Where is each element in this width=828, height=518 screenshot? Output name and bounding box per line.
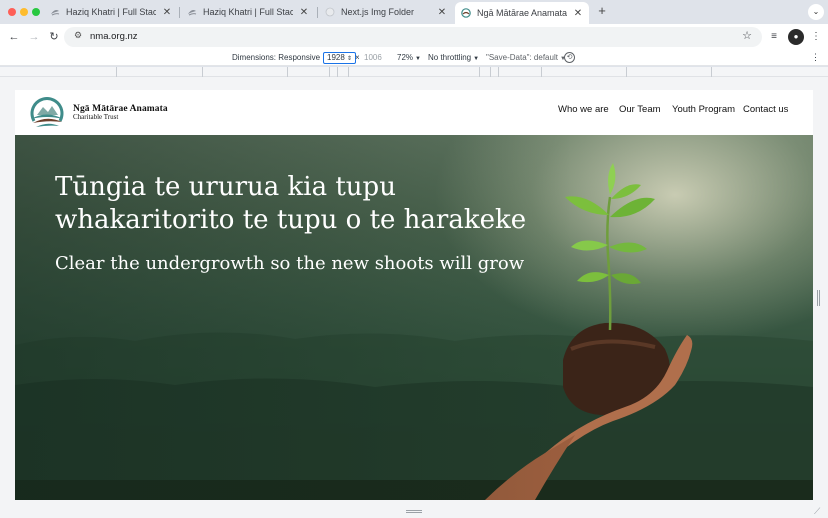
window-maximize-button[interactable] [32, 8, 40, 16]
ruler-tick [498, 67, 499, 77]
nma-logo[interactable] [28, 95, 66, 130]
tab-title: Ngā Mātārae Anamata [477, 8, 567, 18]
new-tab-button[interactable]: + [595, 4, 609, 18]
window-close-button[interactable] [8, 8, 16, 16]
nav-link-youth-program[interactable]: Youth Program [672, 104, 735, 115]
tab-close-icon[interactable]: ✕ [573, 8, 583, 19]
media-query-ruler[interactable] [0, 67, 828, 77]
width-value: 1928 [327, 53, 345, 62]
ruler-tick [479, 67, 480, 77]
back-arrow-icon[interactable]: ← [6, 29, 22, 45]
hero-title: Tūngia te ururua kia tupu whakaritorito … [55, 171, 615, 237]
tab-title: Haziq Khatri | Full Stack Deve [203, 7, 293, 17]
tab-title: Next.js Img Folder [341, 7, 415, 17]
nav-link-contact-us[interactable]: Contact us [743, 104, 788, 115]
ruler-tick [541, 67, 542, 77]
nma-logo-icon [461, 8, 471, 18]
tab-close-icon[interactable]: ✕ [437, 7, 447, 18]
browser-tab-active[interactable]: Ngā Mātārae Anamata ✕ [455, 2, 589, 24]
tab-strip: Haziq Khatri | Full Stack Deve ✕ Haziq K… [0, 0, 828, 24]
spinner-icon: ⇕ [347, 56, 353, 62]
ruler-tick [348, 67, 349, 77]
viewport-corner-resize-icon[interactable]: ⟋ [814, 506, 820, 517]
globe-icon [325, 7, 335, 17]
zoom-select[interactable]: 72% ▼ [397, 53, 421, 62]
viewport-height-resize-handle[interactable] [406, 510, 422, 513]
hero-banner: Tūngia te ururua kia tupu whakaritorito … [15, 135, 813, 500]
rotate-icon[interactable]: ⟲ [564, 52, 575, 63]
hero-title-line-2: whakaritorito te tupu o te harakeke [55, 205, 527, 235]
nav-link-our-team[interactable]: Our Team [619, 104, 661, 115]
tab-close-icon[interactable]: ✕ [162, 7, 172, 18]
url-text[interactable]: nma.org.nz [90, 31, 138, 42]
devtools-device-toolbar: Dimensions: Responsive▼ 1928 ⇕ × 1006 72… [0, 50, 828, 66]
ruler-tick [337, 67, 338, 77]
zoom-label: 72% [397, 53, 414, 62]
ruler-tick [287, 67, 288, 77]
ruler-tick [116, 67, 117, 77]
ruler-tick [202, 67, 203, 77]
reading-list-icon[interactable]: ≡ [766, 29, 782, 45]
ruler-tick [711, 67, 712, 77]
browser-tab[interactable]: Haziq Khatri | Full Stack Deve ✕ [44, 2, 178, 22]
save-data-label: "Save-Data": default [486, 53, 558, 62]
browser-tab[interactable]: Haziq Khatri | Full Stack Deve ✕ [181, 2, 315, 22]
viewport-width-resize-handle[interactable] [817, 290, 820, 306]
throttling-select[interactable]: No throttling ▼ [428, 53, 479, 62]
site-settings-icon[interactable]: ⚙ [74, 30, 82, 41]
address-bar[interactable]: ⚙ nma.org.nz ☆ [64, 27, 762, 47]
page-viewport: Ngā Mātārae Anamata Charitable Trust Who… [15, 90, 813, 500]
reload-icon[interactable]: ↻ [46, 29, 62, 45]
hero-subtitle: Clear the undergrowth so the new shoots … [55, 253, 525, 274]
save-data-select[interactable]: "Save-Data": default ▼ [486, 53, 566, 62]
width-input[interactable]: 1928 ⇕ [323, 52, 357, 64]
times-glyph: × [355, 53, 360, 62]
forward-arrow-icon[interactable]: → [26, 29, 42, 45]
window-minimize-button[interactable] [20, 8, 28, 16]
throttling-label: No throttling [428, 53, 472, 62]
brand[interactable]: Ngā Mātārae Anamata Charitable Trust [73, 104, 168, 121]
harakeke-icon [187, 7, 197, 17]
brand-subtitle: Charitable Trust [73, 113, 119, 121]
chrome-menu-kebab-icon[interactable]: ⋮ [808, 29, 824, 45]
tab-title: Haziq Khatri | Full Stack Deve [66, 7, 156, 17]
dimensions-select[interactable]: Dimensions: Responsive▼ [232, 53, 328, 62]
browser-tab[interactable]: Next.js Img Folder ✕ [319, 2, 453, 22]
profile-avatar[interactable]: ● [788, 29, 804, 45]
dropdown-caret-icon: ▼ [473, 56, 480, 62]
dropdown-caret-icon: ▼ [415, 56, 421, 62]
browser-toolbar: ← → ↻ ⚙ nma.org.nz ☆ ≡ ● ⋮ [0, 24, 828, 50]
hero-title-line-1: Tūngia te ururua kia tupu [55, 172, 396, 202]
nav-link-who-we-are[interactable]: Who we are [558, 104, 609, 115]
devtools-more-kebab-icon[interactable]: ⋮ [811, 52, 820, 63]
ruler-tick [329, 67, 330, 77]
tab-divider [317, 7, 318, 18]
ruler-tick [490, 67, 491, 77]
dimensions-label: Dimensions: Responsive [232, 53, 321, 62]
height-input[interactable]: 1006 [364, 53, 382, 62]
harakeke-icon [50, 7, 60, 17]
tab-close-icon[interactable]: ✕ [299, 7, 309, 18]
bookmark-star-icon[interactable]: ☆ [742, 29, 752, 42]
tab-divider [179, 7, 180, 18]
site-header: Ngā Mātārae Anamata Charitable Trust Who… [15, 90, 813, 135]
ruler-tick [626, 67, 627, 77]
tab-search-chevron-icon[interactable]: ⌄ [808, 4, 824, 20]
